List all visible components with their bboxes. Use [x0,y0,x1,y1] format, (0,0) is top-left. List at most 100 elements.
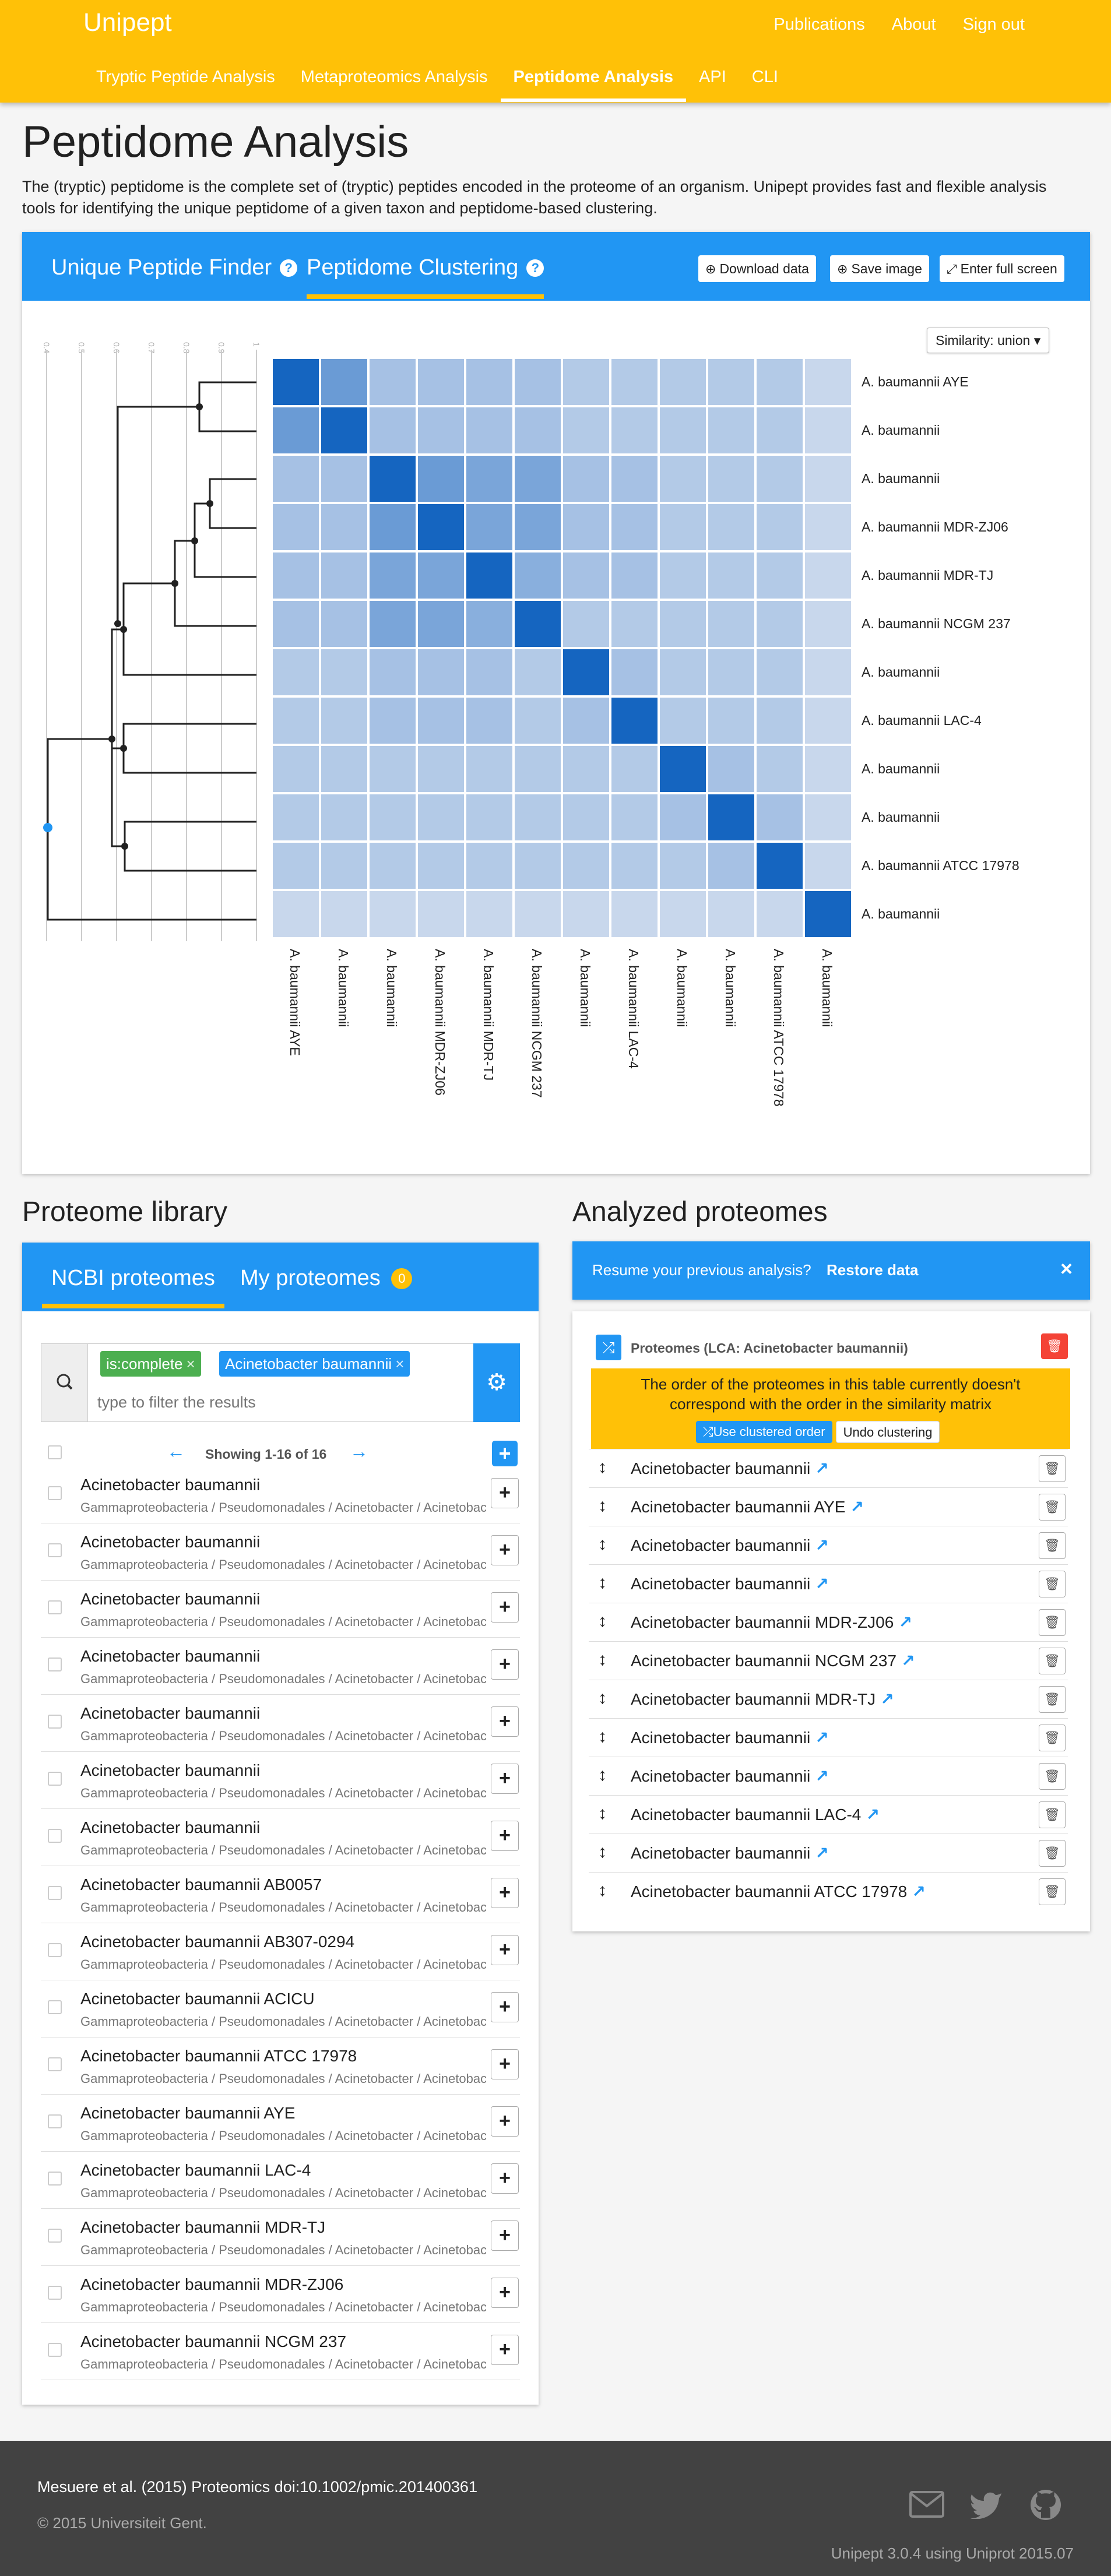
heatmap-cell[interactable] [804,600,852,648]
heatmap-cell[interactable] [514,745,562,793]
heatmap-cell[interactable] [272,842,320,890]
heatmap-cell[interactable] [320,455,368,503]
heatmap-cell[interactable] [610,406,659,455]
heatmap-cell[interactable] [417,455,465,503]
heatmap-cell[interactable] [755,455,804,503]
heatmap-cell[interactable] [320,793,368,842]
heatmap-cell[interactable] [562,648,610,696]
heatmap-cell[interactable] [707,890,755,938]
trash-icon[interactable]: 🗑 [1039,1801,1066,1828]
heatmap-cell[interactable] [514,696,562,745]
heatmap-cell[interactable] [707,696,755,745]
heatmap-cell[interactable] [804,358,852,406]
heatmap-cell[interactable] [465,793,514,842]
tab-tryptic-peptide-analysis[interactable]: Tryptic Peptide Analysis [83,63,288,102]
heatmap-cell[interactable] [514,551,562,600]
heatmap-cell[interactable] [272,406,320,455]
list-item[interactable]: Acinetobacter baumannii Gammaproteobacter… [41,1638,520,1695]
heatmap-cell[interactable] [417,503,465,551]
heatmap-cell[interactable] [707,551,755,600]
row-checkbox[interactable] [48,1829,62,1843]
heatmap-cell[interactable] [610,358,659,406]
heatmap-cell[interactable] [417,551,465,600]
heatmap-cell[interactable] [707,842,755,890]
heatmap-cell[interactable] [368,793,417,842]
drag-handle-icon[interactable]: ↕ [598,1727,607,1747]
share-icon[interactable]: ↗ [901,1652,915,1670]
row-checkbox[interactable] [48,2343,62,2357]
heatmap-cell[interactable] [514,600,562,648]
drag-handle-icon[interactable]: ↕ [598,1804,607,1824]
share-icon[interactable]: ↗ [815,1844,828,1862]
heatmap-cell[interactable] [707,455,755,503]
table-row[interactable]: ↕ Acinetobacter baumannii NCGM 237 ↗ 🗑 [589,1641,1068,1680]
list-item[interactable]: Acinetobacter baumannii Gammaproteobacter… [41,1523,520,1581]
trash-icon[interactable]: 🗑 [1039,1494,1066,1521]
list-item[interactable]: Acinetobacter baumannii MDR-TJ Gammaprote… [41,2209,520,2266]
heatmap-cell[interactable] [320,890,368,938]
heatmap-cell[interactable] [368,455,417,503]
row-checkbox[interactable] [48,1886,62,1900]
add-button[interactable]: + [491,1992,519,2022]
share-icon[interactable]: ↗ [898,1613,912,1631]
list-item[interactable]: Acinetobacter baumannii Gammaproteobacter… [41,1581,520,1638]
heatmap-cell[interactable] [659,358,707,406]
share-icon[interactable]: ↗ [880,1690,894,1708]
heatmap-cell[interactable] [562,600,610,648]
heatmap-cell[interactable] [368,745,417,793]
tab-unique-peptide-finder[interactable]: Unique Peptide Finder? [51,255,298,280]
list-item[interactable]: Acinetobacter baumannii LAC-4 Gammaproteo… [41,2152,520,2209]
list-item[interactable]: Acinetobacter baumannii AB307-0294 Gammap… [41,1923,520,1980]
heatmap-cell[interactable] [659,551,707,600]
heatmap-cell[interactable] [755,648,804,696]
heatmap-cell[interactable] [368,600,417,648]
heatmap-cell[interactable] [465,745,514,793]
add-button[interactable]: + [491,1592,519,1623]
heatmap-cell[interactable] [610,842,659,890]
heatmap-cell[interactable] [417,600,465,648]
heatmap-cell[interactable] [272,551,320,600]
tab-metaproteomics-analysis[interactable]: Metaproteomics Analysis [288,63,501,102]
mail-icon[interactable] [909,2491,944,2518]
heatmap-cell[interactable] [707,406,755,455]
heatmap-cell[interactable] [659,696,707,745]
heatmap-cell[interactable] [755,696,804,745]
heatmap-cell[interactable] [562,890,610,938]
trash-icon[interactable]: 🗑 [1039,1609,1066,1636]
next-page-arrow[interactable]: → [350,1441,368,1462]
heatmap-cell[interactable] [804,406,852,455]
nav-publications[interactable]: Publications [774,15,864,34]
heatmap-cell[interactable] [755,890,804,938]
heatmap-cell[interactable] [610,600,659,648]
trash-icon[interactable]: 🗑 [1039,1763,1066,1790]
heatmap-cell[interactable] [804,551,852,600]
list-item[interactable]: Acinetobacter baumannii MDR-ZJ06 Gammapro… [41,2266,520,2323]
list-item[interactable]: Acinetobacter baumannii ACICU Gammaproteo… [41,1980,520,2037]
heatmap-cell[interactable] [272,455,320,503]
drag-handle-icon[interactable]: ↕ [598,1535,607,1554]
add-button[interactable]: + [491,1478,519,1508]
close-icon[interactable]: × [187,1355,195,1373]
add-button[interactable]: + [491,2220,519,2251]
heatmap-cell[interactable] [320,600,368,648]
heatmap-cell[interactable] [755,842,804,890]
heatmap-cell[interactable] [320,406,368,455]
trash-icon[interactable]: 🗑 [1039,1686,1066,1713]
trash-icon[interactable]: 🗑 [1039,1878,1066,1905]
heatmap-cell[interactable] [562,406,610,455]
share-icon[interactable]: ↗ [815,1767,828,1785]
row-checkbox[interactable] [48,2229,62,2243]
share-icon[interactable]: ↗ [815,1575,828,1593]
heatmap-cell[interactable] [320,842,368,890]
trash-icon[interactable]: 🗑 [1039,1532,1066,1559]
twitter-icon[interactable] [970,2490,1003,2519]
heatmap-cell[interactable] [659,455,707,503]
table-row[interactable]: ↕ Acinetobacter baumannii LAC-4 ↗ 🗑 [589,1795,1068,1834]
heatmap-cell[interactable] [368,358,417,406]
heatmap-cell[interactable] [272,696,320,745]
heatmap-cell[interactable] [368,406,417,455]
heatmap-cell[interactable] [755,793,804,842]
table-row[interactable]: ↕ Acinetobacter baumannii AYE ↗ 🗑 [589,1487,1068,1526]
heatmap-cell[interactable] [514,455,562,503]
row-checkbox[interactable] [48,1486,62,1500]
